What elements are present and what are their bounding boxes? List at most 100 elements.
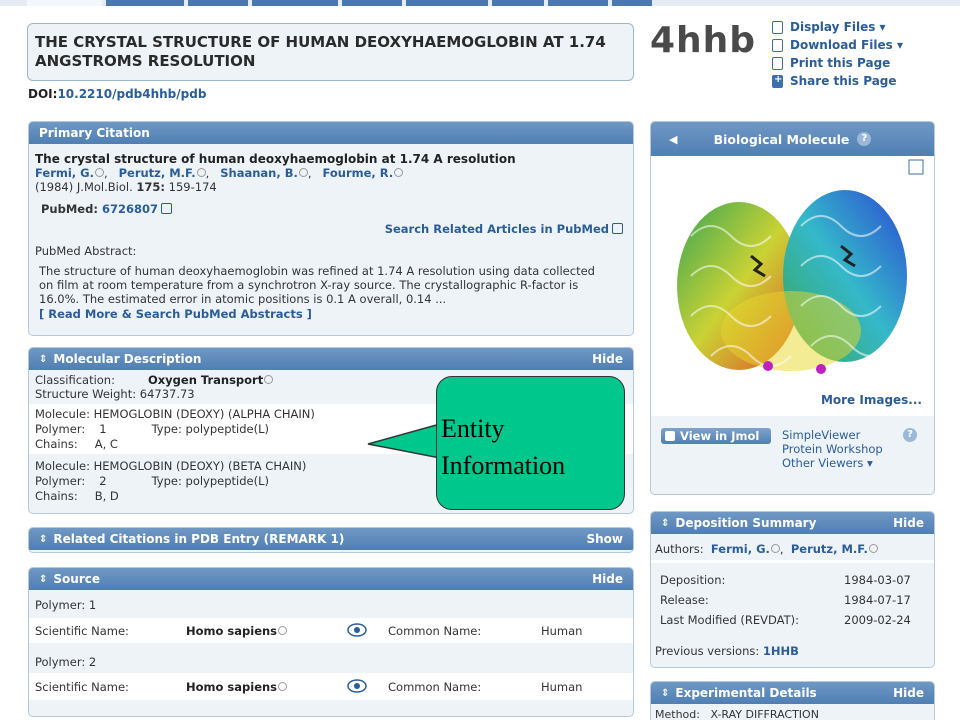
search-icon[interactable] [394,168,404,177]
tab-8[interactable] [548,0,608,6]
search-icon[interactable] [94,168,104,177]
help-icon[interactable]: ? [903,428,917,442]
tab-4[interactable] [252,0,338,6]
search-icon[interactable] [196,168,206,177]
external-link-icon[interactable] [612,223,623,234]
weight-label: Structure Weight: [35,387,137,401]
molecule-image[interactable] [651,156,934,416]
search-related-row: Search Related Articles in PubMed [385,222,623,236]
show-button[interactable]: Show [586,532,623,546]
protein-workshop-link[interactable]: Protein Workshop [782,442,883,456]
primary-citation-panel: Primary Citation The crystal structure o… [28,121,634,336]
search-icon[interactable] [264,375,274,384]
polymer-label: Polymer: [35,655,86,669]
journal-volume: 175: [136,180,165,194]
experimental-details-heading: Experimental Details [675,686,817,700]
help-icon[interactable]: ? [857,132,872,146]
tab-structure-summary[interactable] [27,0,102,6]
author-link[interactable]: Perutz, M.F. [119,166,196,180]
previous-versions-label: Previous versions: [655,644,760,658]
previous-versions-row: Previous versions: 1HHB [655,644,799,658]
authors-label: Authors: [655,542,704,556]
tab-3[interactable] [188,0,248,6]
taxonomy-icon[interactable] [347,679,367,696]
print-page-link[interactable]: Print this Page [772,54,903,72]
tab-7[interactable] [492,0,544,6]
search-icon[interactable] [278,626,288,635]
document-icon [772,20,783,34]
external-link-icon[interactable] [160,203,172,214]
molecular-description-header[interactable]: ⇕ Molecular Description Hide [29,348,633,370]
pubmed-link[interactable]: 6726807 [102,202,158,216]
experimental-details-panel: ⇕ Experimental Details Hide Method: X-RAY … [650,681,935,720]
sort-icon: ⇕ [661,687,670,699]
search-icon[interactable] [298,168,308,177]
more-images-link[interactable]: More Images... [821,393,922,407]
type-value: polypeptide(L) [185,474,270,488]
previous-arrow-icon[interactable]: ◀ [669,133,677,146]
callout-line: Information [441,451,566,480]
author-link[interactable]: Shaanan, B. [220,166,298,180]
experimental-details-header[interactable]: ⇕ Experimental Details Hide [651,682,934,704]
author-link[interactable]: Fermi, G. [35,166,94,180]
view-in-jmol-button[interactable]: View in Jmol [661,428,771,444]
deposition-summary-header[interactable]: ⇕ Deposition Summary Hide [651,512,934,534]
abstract-line: 16.0%. The estimated error in atomic pos… [39,292,447,306]
entity-information-callout: Entity Information [436,376,625,510]
search-icon[interactable] [278,682,288,691]
source-polymer-row: Polymer: 2 [35,655,96,669]
type-value: polypeptide(L) [185,422,270,436]
display-files-label: Display Files ▾ [790,20,886,34]
release-value: 1984-07-17 [844,593,911,607]
molecule-label: Molecule: [35,407,90,421]
tab-6[interactable] [406,0,488,6]
deposition-label: Deposition: [660,573,726,587]
share-page-link[interactable]: Share this Page [772,72,903,90]
related-citations-header[interactable]: ⇕ Related Citations in PDB Entry (REMARK … [29,528,633,550]
sort-icon: ⇕ [661,517,670,529]
display-files-menu[interactable]: Display Files ▾ [772,18,903,36]
zoom-icon[interactable] [908,159,924,175]
search-related-link[interactable]: Search Related Articles in PubMed [385,222,609,236]
viewer-links: SimpleViewer Protein Workshop Other View… [782,428,883,470]
polymer-label: Polymer: [35,422,86,436]
share-page-label: Share this Page [790,74,897,88]
download-files-menu[interactable]: Download Files ▾ [772,36,903,54]
tab-5[interactable] [342,0,402,6]
author-link[interactable]: Perutz, M.F. [791,542,868,556]
other-viewers-menu[interactable]: Other Viewers ▾ [782,456,883,470]
deposition-value: 1984-03-07 [844,573,911,587]
search-icon[interactable] [770,544,780,553]
hide-button[interactable]: Hide [893,686,924,700]
tab-2[interactable] [106,0,184,6]
source-header[interactable]: ⇕ Source Hide [29,568,633,590]
molecule-value: HEMOGLOBIN (DEOXY) (ALPHA CHAIN) [93,407,315,421]
simpleviewer-link[interactable]: SimpleViewer [782,428,883,442]
doi-link[interactable]: 10.2210/pdb4hhb/pdb [57,87,206,101]
hide-button[interactable]: Hide [592,572,623,586]
biological-molecule-header: ◀ Biological Molecule ? [651,122,934,156]
authors-row: Authors: Fermi, G., Perutz, M.F. [655,542,878,556]
hide-button[interactable]: Hide [592,352,623,366]
print-page-label: Print this Page [790,56,891,70]
read-more-link[interactable]: [ Read More & Search PubMed Abstracts ] [39,307,312,321]
chains-label: Chains: [35,437,78,451]
classification-value[interactable]: Oxygen Transport [148,373,263,387]
weight-row: Structure Weight: 64737.73 [35,387,195,401]
citation-authors: Fermi, G., Perutz, M.F., Shaanan, B., Fo… [35,166,404,180]
scientific-name-link[interactable]: Homo sapiens [186,680,277,694]
author-link[interactable]: Fourme, R. [322,166,393,180]
hide-button[interactable]: Hide [893,516,924,530]
weight-value: 64737.73 [139,387,195,401]
entity-chains-row: Chains: A, C [35,437,118,451]
callout-text: Entity Information [441,410,565,484]
search-icon[interactable] [868,544,878,553]
doi-label: DOI: [28,87,58,101]
taxonomy-icon[interactable] [347,623,367,640]
primary-citation-header: Primary Citation [29,122,633,144]
author-link[interactable]: Fermi, G. [711,542,770,556]
scientific-name-link[interactable]: Homo sapiens [186,624,277,638]
previous-version-link[interactable]: 1HHB [763,644,799,658]
method-value: X-RAY DIFFRACTION [710,708,819,720]
tab-9[interactable] [612,0,652,6]
